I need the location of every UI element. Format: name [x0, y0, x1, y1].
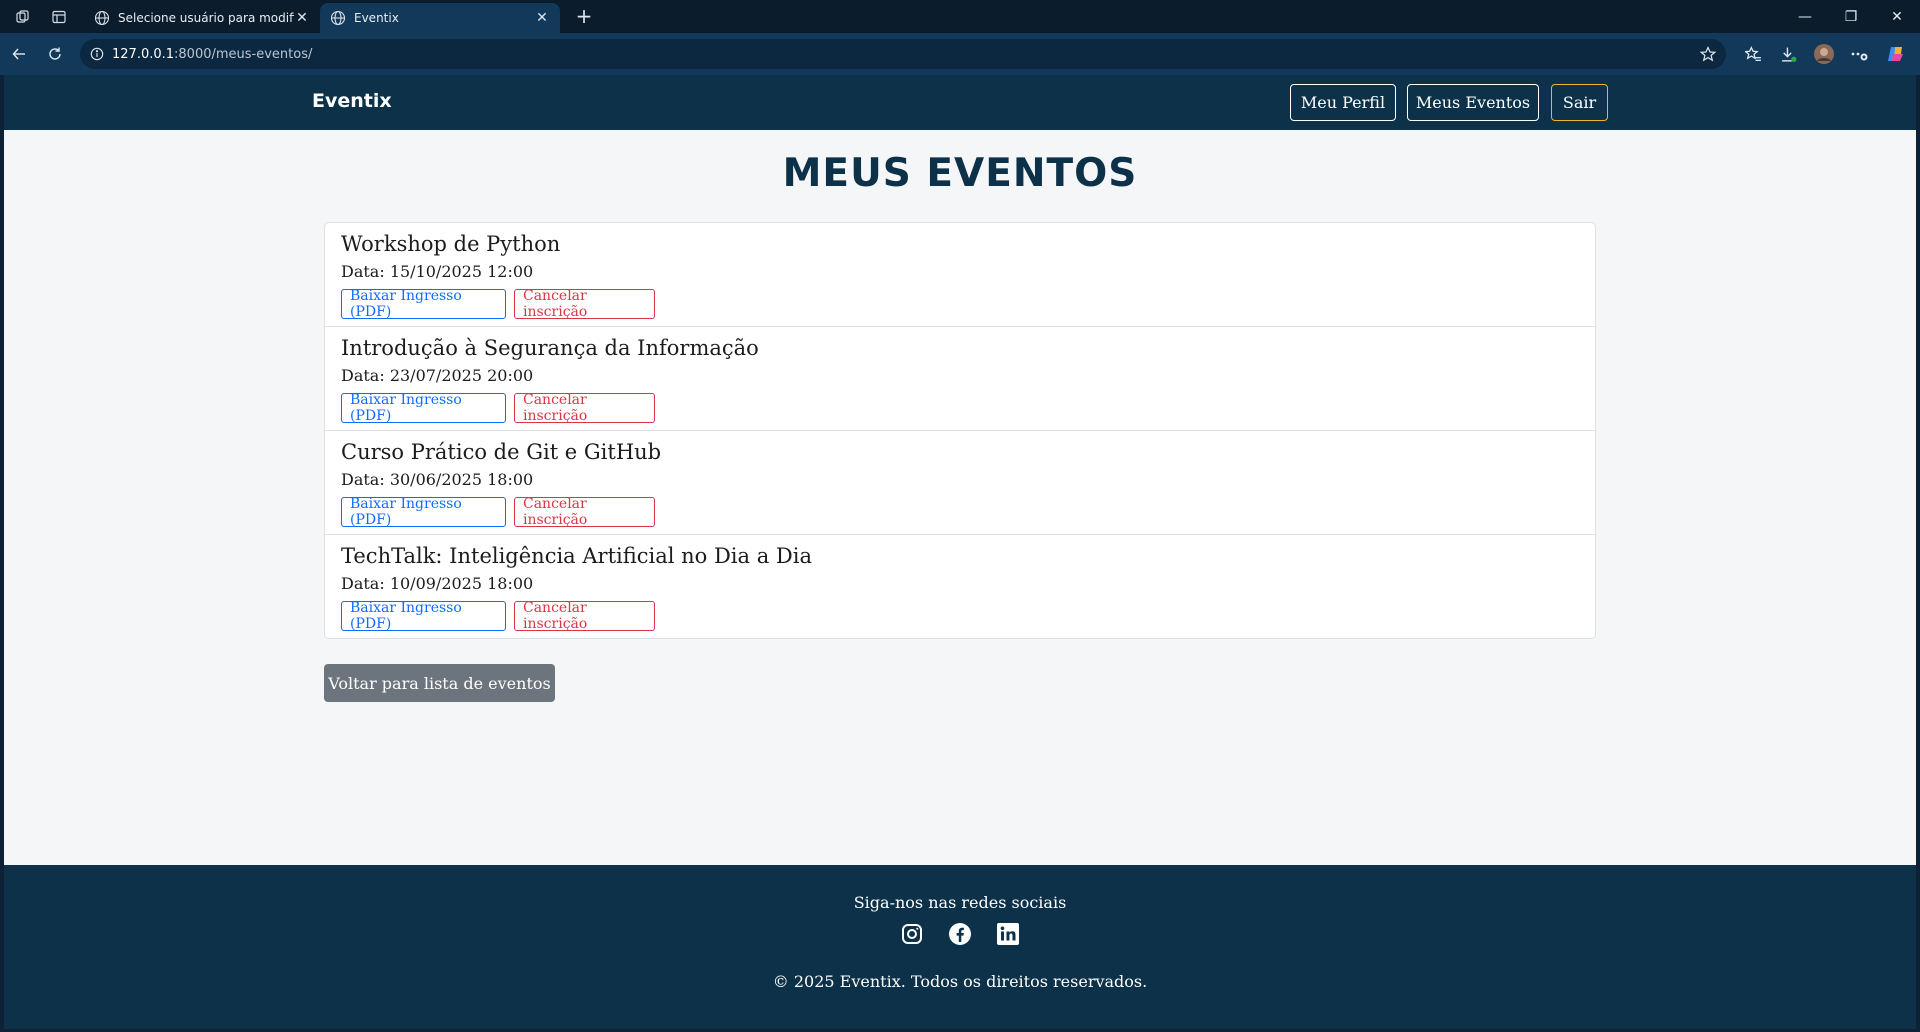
url-host: 127.0.0.1	[112, 46, 175, 62]
cancel-registration-button[interactable]: Cancelar inscrição	[514, 392, 655, 424]
back-to-events-button[interactable]: Voltar para lista de eventos	[324, 664, 555, 702]
address-bar-row: 127.0.0.1:8000/meus-eventos/	[0, 33, 1920, 75]
event-date: Data: 23/07/2025 20:00	[341, 366, 534, 385]
favorite-star-icon[interactable]	[1700, 46, 1716, 62]
back-icon[interactable]	[6, 41, 32, 67]
social-links	[4, 921, 1916, 947]
downloads-icon[interactable]	[1775, 41, 1801, 67]
restore-button[interactable]: ❐	[1828, 0, 1874, 33]
event-date: Data: 10/09/2025 18:00	[341, 574, 534, 593]
copilot-icon[interactable]	[1883, 41, 1909, 67]
browser-tab-bar: Selecione usuário para modificar ✕ Event…	[0, 0, 1920, 33]
copyright-text: © 2025 Eventix. Todos os direitos reserv…	[772, 972, 1148, 991]
event-item: Workshop de Python Data: 15/10/2025 12:0…	[325, 223, 1595, 327]
instagram-icon[interactable]	[899, 921, 925, 947]
page-viewport: Eventix Meu Perfil Meus Eventos Sair MEU…	[4, 75, 1916, 1029]
tab-actions-icon[interactable]	[42, 0, 76, 33]
workspaces-icon[interactable]	[6, 0, 40, 33]
close-tab-icon[interactable]: ✕	[294, 10, 310, 26]
event-item: Curso Prático de Git e GitHub Data: 30/0…	[325, 431, 1595, 535]
profile-avatar[interactable]	[1811, 41, 1837, 67]
close-tab-icon[interactable]: ✕	[534, 10, 550, 26]
cancel-registration-button[interactable]: Cancelar inscrição	[514, 600, 655, 632]
event-list: Workshop de Python Data: 15/10/2025 12:0…	[324, 222, 1596, 639]
linkedin-icon[interactable]	[995, 921, 1021, 947]
event-title: Curso Prático de Git e GitHub	[341, 440, 662, 464]
new-tab-button[interactable]: +	[571, 4, 597, 30]
minimize-button[interactable]: —	[1782, 0, 1828, 33]
event-date: Data: 15/10/2025 12:00	[341, 262, 534, 281]
tab-title: Selecione usuário para modificar	[118, 11, 294, 25]
tab-eventix[interactable]: Eventix ✕	[320, 3, 560, 33]
site-info-icon[interactable]	[90, 47, 104, 61]
url-bar[interactable]: 127.0.0.1:8000/meus-eventos/	[80, 39, 1726, 69]
event-title: Workshop de Python	[341, 232, 561, 256]
nav-meu-perfil-button[interactable]: Meu Perfil	[1290, 84, 1396, 121]
download-ticket-button[interactable]: Baixar Ingresso (PDF)	[341, 288, 506, 320]
globe-icon	[94, 10, 110, 26]
cancel-registration-button[interactable]: Cancelar inscrição	[514, 288, 655, 320]
facebook-icon[interactable]	[947, 921, 973, 947]
download-ticket-button[interactable]: Baixar Ingresso (PDF)	[341, 392, 506, 424]
event-date: Data: 30/06/2025 18:00	[341, 470, 534, 489]
tab-title: Eventix	[354, 11, 399, 25]
nav-sair-button[interactable]: Sair	[1551, 84, 1608, 121]
close-window-button[interactable]: ✕	[1874, 0, 1920, 33]
footer-heading: Siga-nos nas redes sociais	[853, 893, 1067, 912]
brand-logo[interactable]: Eventix	[312, 90, 392, 112]
url-path: :8000/meus-eventos/	[174, 46, 313, 62]
page-title: MEUS EVENTOS	[782, 151, 1138, 196]
event-item: Introdução à Segurança da Informação Dat…	[325, 327, 1595, 431]
refresh-icon[interactable]	[42, 41, 68, 67]
download-ticket-button[interactable]: Baixar Ingresso (PDF)	[341, 600, 506, 632]
event-item: TechTalk: Inteligência Artificial no Dia…	[325, 535, 1595, 638]
download-ticket-button[interactable]: Baixar Ingresso (PDF)	[341, 496, 506, 528]
globe-icon	[330, 10, 346, 26]
event-title: Introdução à Segurança da Informação	[341, 336, 759, 360]
event-title: TechTalk: Inteligência Artificial no Dia…	[341, 544, 812, 568]
cancel-registration-button[interactable]: Cancelar inscrição	[514, 496, 655, 528]
more-options-icon[interactable]	[1846, 41, 1872, 67]
tab-admin[interactable]: Selecione usuário para modificar ✕	[84, 3, 320, 33]
site-navbar: Eventix Meu Perfil Meus Eventos Sair	[4, 75, 1916, 130]
favorites-icon[interactable]	[1740, 41, 1766, 67]
site-footer: Siga-nos nas redes sociais © 2025 Eventi…	[4, 865, 1916, 1029]
nav-meus-eventos-button[interactable]: Meus Eventos	[1407, 84, 1539, 121]
